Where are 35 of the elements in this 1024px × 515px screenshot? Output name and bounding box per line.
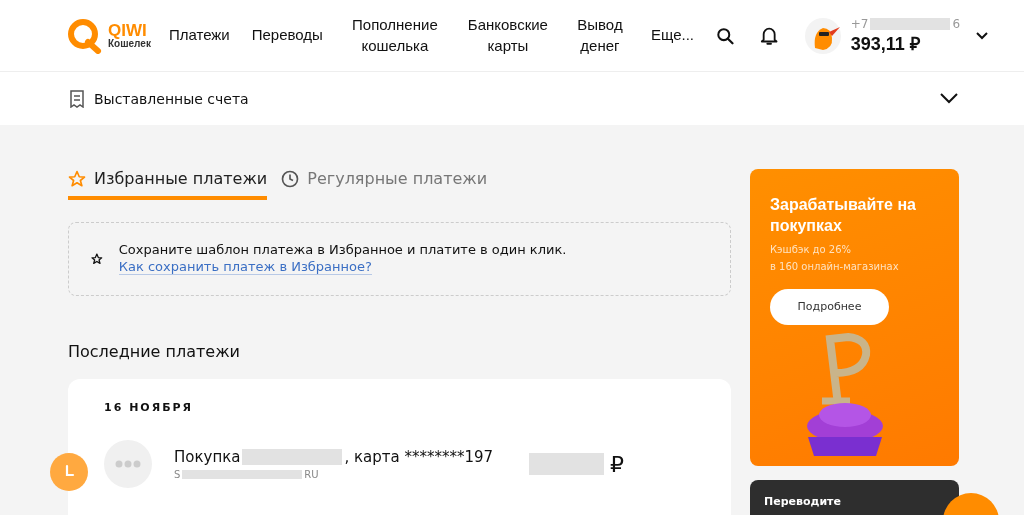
nav-link[interactable]: Пополнение кошелька: [344, 15, 445, 56]
nav-link[interactable]: Банковские карты: [466, 15, 549, 56]
search-icon[interactable]: [716, 25, 735, 46]
more-icon: [104, 440, 152, 488]
nav-link[interactable]: Платежи: [168, 25, 230, 46]
star-icon: [91, 252, 103, 266]
promo-title: Переводите: [764, 495, 841, 508]
phone-suffix: 6: [952, 16, 960, 31]
payment-title: Покупка: [174, 448, 241, 466]
nav-link[interactable]: Еще...: [651, 25, 695, 46]
balance: 393,11 ₽: [850, 32, 921, 55]
promo-title: Зарабатывайте на покупках: [770, 195, 917, 236]
hint-text: Сохраните шаблон платежа в Избранное и платите в один клик. Как сохранить платеж в Избранное?: [118, 242, 568, 276]
logo-subtitle: Кошелек: [108, 39, 151, 49]
logo-brand: QIWI: [108, 22, 147, 39]
receipt-icon: [70, 89, 84, 108]
nav-link[interactable]: Переводы: [251, 25, 323, 46]
section-title: Последние платежи: [68, 342, 241, 361]
tab[interactable]: Регулярные платежи: [281, 169, 488, 200]
phone-prefix: +7: [850, 16, 869, 31]
nav-link[interactable]: Вывод денег: [570, 15, 629, 56]
payment-title: , карта ********197: [344, 448, 494, 466]
payment-subtitle: S: [174, 469, 181, 480]
promo-text: в 160 онлайн-магазинах: [770, 259, 900, 274]
date-heading: 16 НОЯБРЯ: [104, 401, 195, 414]
payment-subtitle: RU: [304, 469, 319, 480]
tab[interactable]: Избранные платежи: [68, 169, 268, 200]
avatar-icon[interactable]: [804, 17, 841, 54]
promo-text: Кэшбэк до 26%: [770, 242, 853, 257]
chevron-icon[interactable]: [940, 93, 958, 104]
help-link[interactable]: Как сохранить платеж в Избранное?: [118, 259, 372, 275]
payment-currency: ₽: [610, 451, 624, 477]
star-icon: [68, 169, 86, 188]
details-button[interactable]: Подробнее: [770, 288, 889, 325]
chevron-down-icon[interactable]: [976, 31, 988, 40]
